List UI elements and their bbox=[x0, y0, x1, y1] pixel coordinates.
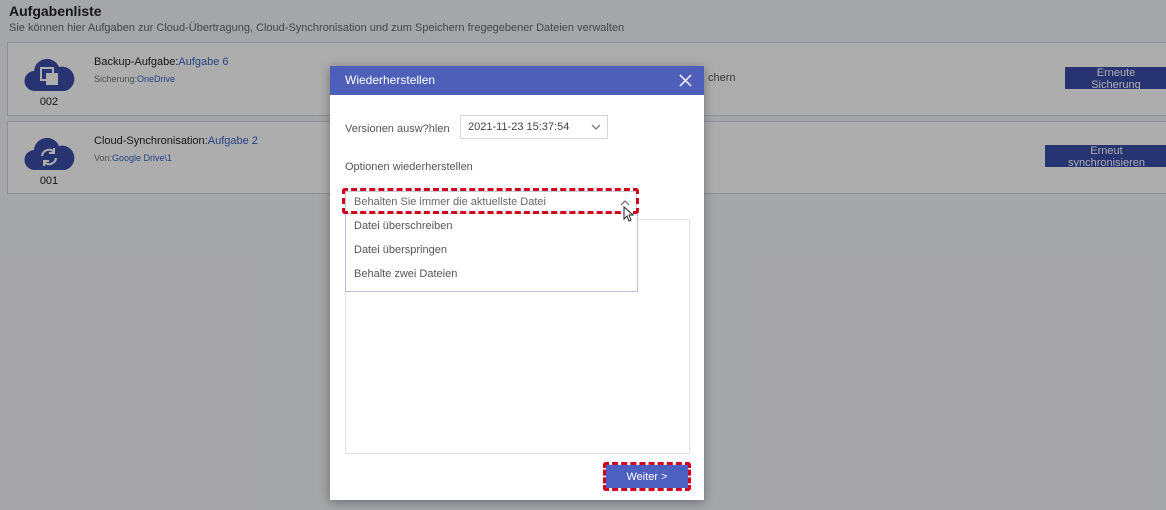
menu-item-keep-both[interactable]: Behalte zwei Dateien bbox=[346, 262, 637, 286]
version-select-value: 2021-11-23 15:37:54 bbox=[468, 121, 570, 133]
dialog-header: Wiederherstellen bbox=[330, 66, 704, 95]
restore-option-menu: Datei überschreiben Datei überspringen B… bbox=[345, 214, 638, 292]
restore-dialog: Wiederherstellen Versionen ausw?hlen 202… bbox=[330, 66, 704, 500]
version-select[interactable]: 2021-11-23 15:37:54 bbox=[460, 115, 608, 139]
chevron-up-icon bbox=[620, 200, 630, 206]
dialog-title: Wiederherstellen bbox=[345, 73, 436, 87]
close-icon[interactable] bbox=[679, 74, 692, 87]
restore-option-value: Behalten Sie immer die aktuellste Datei bbox=[354, 196, 546, 208]
mouse-cursor-icon bbox=[623, 206, 635, 222]
restore-option-dropdown[interactable]: Behalten Sie immer die aktuellste Datei bbox=[345, 191, 637, 214]
chevron-down-icon bbox=[591, 124, 601, 130]
next-button[interactable]: Weiter > bbox=[606, 465, 688, 488]
versions-label: Versionen ausw?hlen bbox=[345, 123, 450, 135]
menu-item-overwrite[interactable]: Datei überschreiben bbox=[346, 214, 637, 238]
menu-item-skip[interactable]: Datei überspringen bbox=[346, 238, 637, 262]
restore-options-label: Optionen wiederherstellen bbox=[345, 161, 473, 173]
